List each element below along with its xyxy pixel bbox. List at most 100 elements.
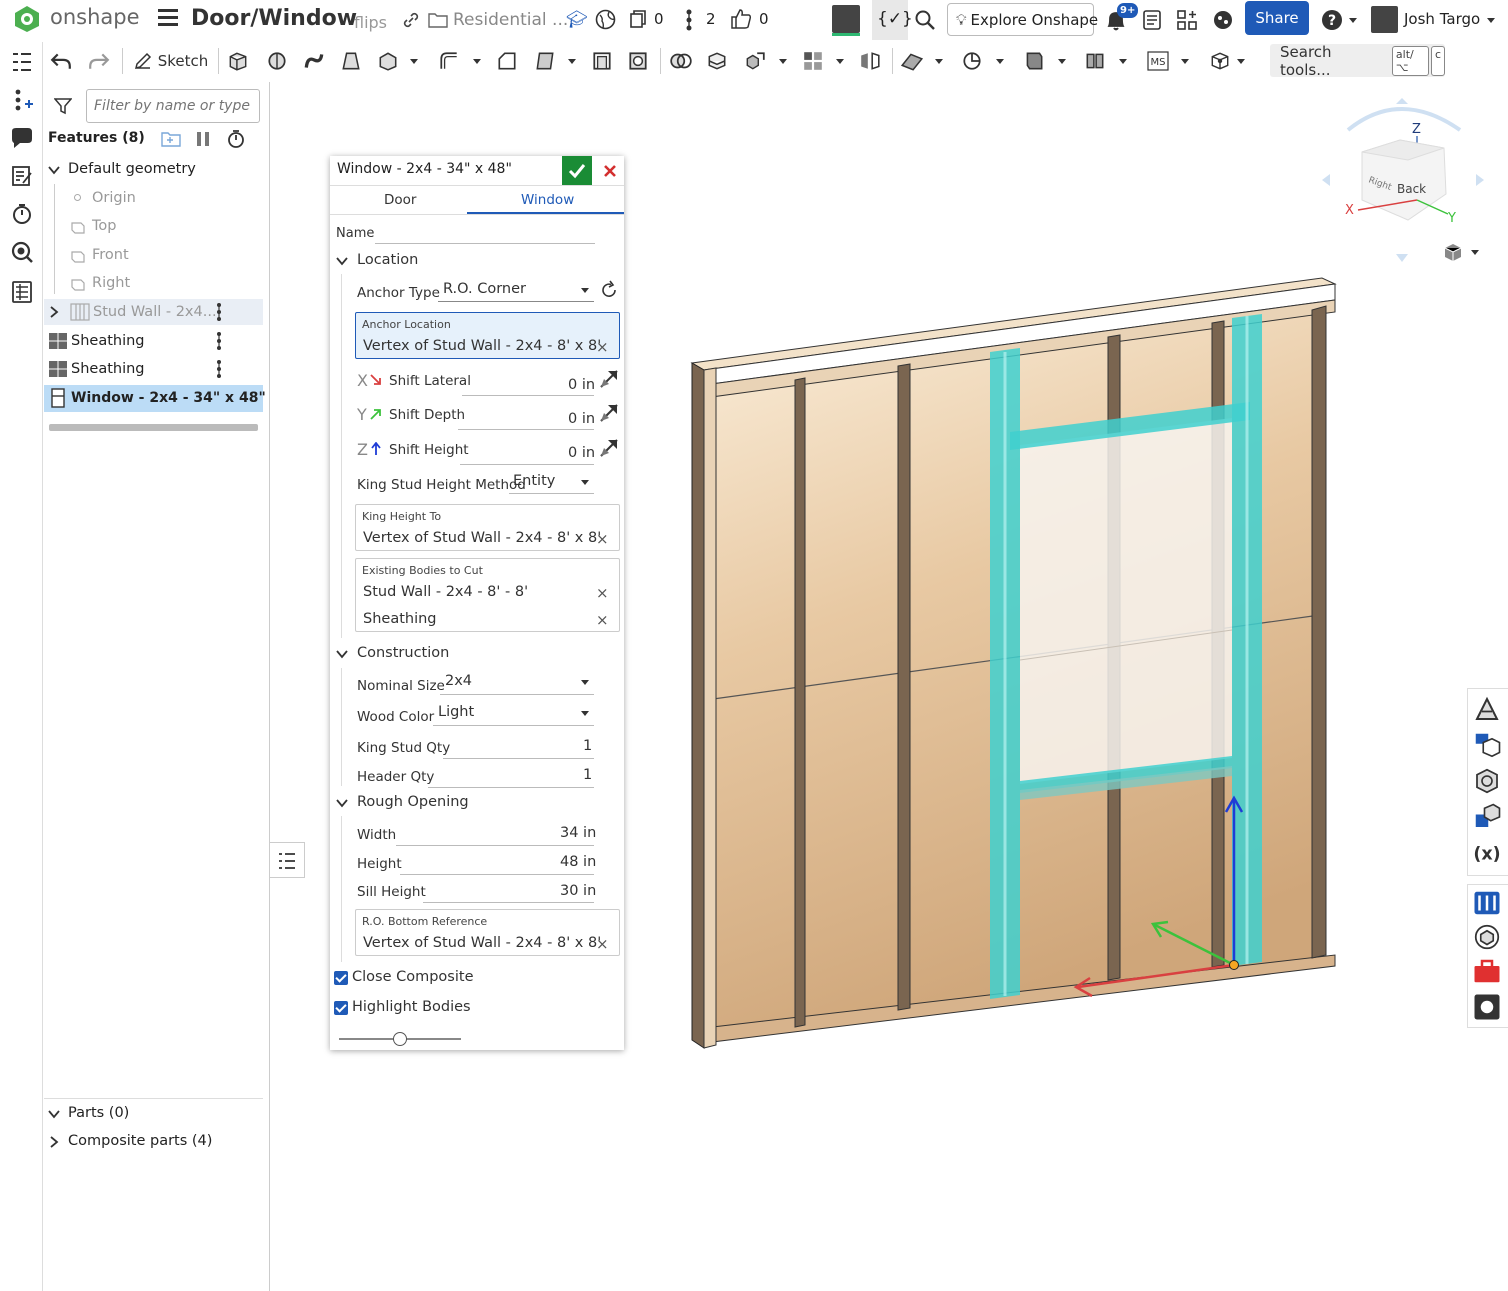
- shell-icon[interactable]: [591, 50, 613, 72]
- toolbox-icon[interactable]: [1472, 956, 1502, 986]
- learning-center-icon[interactable]: [1212, 9, 1234, 31]
- redo-icon[interactable]: [88, 50, 110, 72]
- opacity-slider-knob[interactable]: [393, 1032, 407, 1046]
- shift-depth-value[interactable]: 0 in: [568, 411, 595, 427]
- view-cube-right-arrow[interactable]: [1476, 174, 1484, 186]
- variable-table-icon[interactable]: (x): [1472, 838, 1502, 868]
- exploded-view-icon[interactable]: [1472, 802, 1502, 832]
- education-cap-icon[interactable]: 🎓︎: [566, 9, 588, 31]
- thicken-chevron-down-icon[interactable]: [410, 59, 418, 64]
- ms-feature-icon[interactable]: MS: [1147, 50, 1169, 72]
- revolve-icon[interactable]: [266, 50, 288, 72]
- ms-chevron-down-icon[interactable]: [1181, 59, 1189, 64]
- sheet-metal-icon[interactable]: [1023, 50, 1045, 72]
- rollback-bar[interactable]: [49, 424, 258, 431]
- feature-filter-input[interactable]: [86, 89, 260, 123]
- transform-icon[interactable]: [744, 50, 766, 72]
- close-composite-checkbox[interactable]: [334, 971, 348, 985]
- king-stud-qty-value[interactable]: 1: [583, 738, 592, 754]
- section-view-icon[interactable]: [1472, 766, 1502, 796]
- highlight-bodies-checkbox[interactable]: [334, 1001, 348, 1015]
- bodies-to-cut-field[interactable]: Existing Bodies to Cut Stud Wall - 2x4 -…: [355, 558, 620, 632]
- composite-parts-folder[interactable]: Composite parts (4): [68, 1133, 212, 1149]
- hamburger-menu-icon[interactable]: [158, 9, 178, 29]
- height-value[interactable]: 48 in: [560, 854, 596, 870]
- wood-color-select[interactable]: Light: [433, 701, 594, 726]
- draft-icon[interactable]: [534, 50, 556, 72]
- public-globe-icon[interactable]: [595, 9, 616, 30]
- rough-opening-glass[interactable]: [1020, 418, 1232, 784]
- new-folder-icon[interactable]: [160, 130, 182, 148]
- extrude-icon[interactable]: [227, 50, 249, 72]
- history-stopwatch-icon[interactable]: [10, 202, 34, 226]
- app-store-icon[interactable]: [1176, 9, 1198, 31]
- anchor-location-field[interactable]: Anchor Location Vertex of Stud Wall - 2x…: [355, 312, 620, 359]
- chevron-down-icon[interactable]: [336, 649, 348, 659]
- chevron-down-icon[interactable]: [336, 256, 348, 266]
- search-features-icon[interactable]: [10, 240, 34, 264]
- king-height-to-field[interactable]: King Height To Vertex of Stud Wall - 2x4…: [355, 504, 620, 551]
- appearance-panel-icon[interactable]: [1472, 694, 1502, 724]
- collaborator-avatar[interactable]: [832, 5, 860, 33]
- explore-onshape-button[interactable]: 💡︎ Explore Onshape: [947, 3, 1098, 36]
- header-qty-value[interactable]: 1: [583, 767, 592, 783]
- sheet-metal-chevron-down-icon[interactable]: [1058, 59, 1066, 64]
- chevron-down-icon[interactable]: [336, 798, 348, 808]
- hole-icon[interactable]: [627, 50, 649, 72]
- chevron-right-icon[interactable]: [48, 1136, 60, 1148]
- shift-height-value[interactable]: 0 in: [568, 445, 595, 461]
- flip-direction-icon[interactable]: [598, 402, 620, 424]
- help-chevron-down-icon[interactable]: [1349, 18, 1357, 23]
- undo-icon[interactable]: [50, 50, 72, 72]
- branch-icon[interactable]: [683, 8, 695, 32]
- view-cube[interactable]: Z Back Right X Y: [1320, 96, 1500, 266]
- frame-icon[interactable]: [1084, 50, 1106, 72]
- chevron-right-icon[interactable]: [48, 306, 60, 318]
- view-mode-chevron-down-icon[interactable]: [1471, 250, 1479, 255]
- user-chevron-down-icon[interactable]: [1487, 18, 1495, 23]
- document-title[interactable]: Door/Window: [191, 6, 357, 31]
- variable-icon[interactable]: {✓}: [877, 9, 913, 29]
- king-stud-method-select[interactable]: Entity: [509, 470, 594, 494]
- boolean-icon[interactable]: [669, 50, 693, 72]
- stud[interactable]: [897, 363, 911, 1011]
- split-icon[interactable]: [706, 50, 728, 72]
- frame-chevron-down-icon[interactable]: [1119, 59, 1127, 64]
- tasks-icon[interactable]: [1142, 9, 1162, 31]
- view-cube-down-arrow[interactable]: [1396, 254, 1408, 262]
- view-mode-cube-icon[interactable]: [1442, 242, 1464, 262]
- location-section[interactable]: Location: [357, 252, 418, 268]
- stud[interactable]: [794, 377, 806, 1028]
- chevron-down-icon[interactable]: [48, 164, 60, 176]
- end-stud-left[interactable]: [691, 362, 705, 1049]
- clear-close-icon[interactable]: ×: [596, 935, 609, 953]
- loft-icon[interactable]: [340, 50, 362, 72]
- end-stud-left-face[interactable]: [703, 367, 717, 1049]
- ro-bottom-reference-field[interactable]: R.O. Bottom Reference Vertex of Stud Wal…: [355, 909, 620, 956]
- flip-direction-icon[interactable]: [598, 368, 620, 390]
- user-name[interactable]: Josh Targo: [1404, 10, 1480, 28]
- share-button[interactable]: Share: [1245, 1, 1309, 35]
- custom-feature-icon[interactable]: [1209, 50, 1231, 72]
- user-avatar[interactable]: [1371, 6, 1398, 33]
- origin-item[interactable]: Origin: [92, 190, 136, 206]
- like-thumb-icon[interactable]: [730, 8, 752, 30]
- width-value[interactable]: 34 in: [560, 825, 596, 841]
- plane-top-item[interactable]: Top: [92, 218, 116, 234]
- shift-lateral-value[interactable]: 0 in: [568, 377, 595, 393]
- chevron-down-icon[interactable]: [48, 1108, 60, 1120]
- sketch-button[interactable]: Sketch: [132, 50, 210, 72]
- feature-list-icon[interactable]: [10, 50, 34, 74]
- comments-icon[interactable]: [10, 126, 34, 150]
- mate-connector-chevron-down-icon[interactable]: [996, 59, 1004, 64]
- parts-folder[interactable]: Parts (0): [68, 1105, 129, 1121]
- variables-table-icon[interactable]: [10, 280, 34, 304]
- brand-name[interactable]: onshape: [50, 5, 140, 29]
- folder-icon[interactable]: [428, 12, 448, 28]
- insert-feature-icon[interactable]: [10, 88, 34, 112]
- feature-dependency-icon[interactable]: [215, 302, 223, 322]
- versions-icon[interactable]: [628, 9, 648, 29]
- fillet-icon[interactable]: [438, 50, 460, 72]
- rough-opening-section[interactable]: Rough Opening: [357, 794, 469, 810]
- anchor-type-select[interactable]: R.O. Corner: [438, 278, 594, 302]
